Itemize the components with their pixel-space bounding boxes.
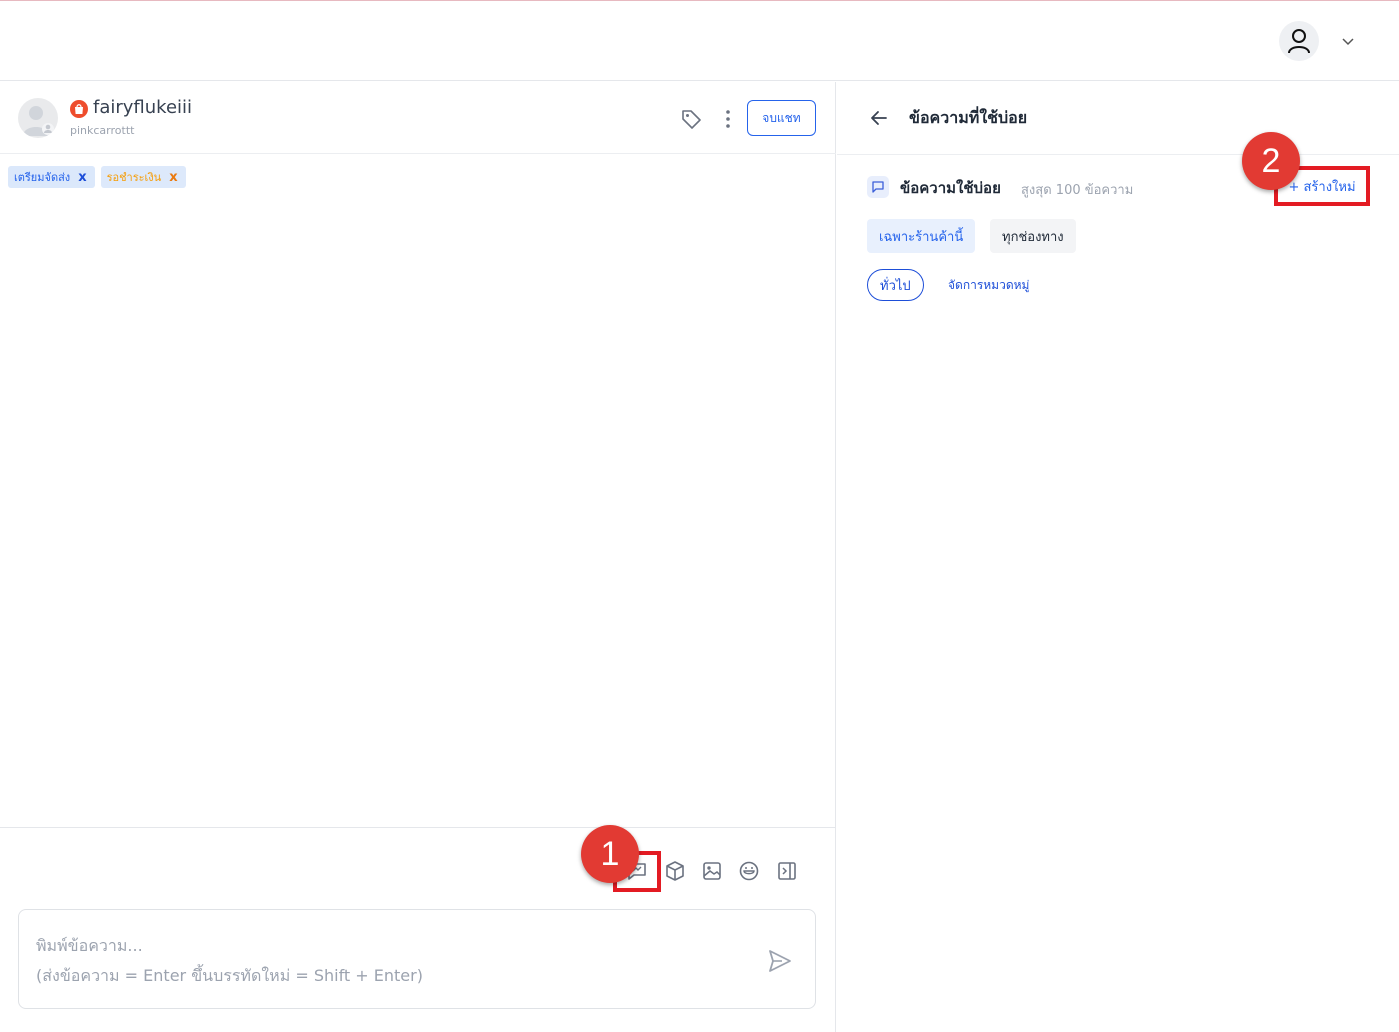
quick-reply-section-icon: [867, 176, 889, 198]
chat-header: fairyflukeiii pinkcarrottt จบแชท: [0, 82, 836, 154]
input-hint: (ส่งข้อความ = Enter ขึ้นบรรทัดใหม่ = Shi…: [36, 966, 423, 985]
send-icon[interactable]: [767, 948, 793, 974]
quick-replies-panel: ข้อความที่ใช้บ่อย ข้อความใช้บ่อย สูงสุด …: [837, 82, 1399, 1032]
customer-username: fairyflukeiii: [93, 97, 193, 118]
top-bar: [0, 1, 1399, 81]
order-tags: เตรียมจัดส่ง x รอชำระเงิน x: [8, 166, 186, 188]
back-arrow-icon[interactable]: [869, 108, 889, 128]
panel-toggle-icon[interactable]: [776, 860, 798, 882]
account-avatar-button[interactable]: [1279, 21, 1319, 61]
section-limit: สูงสุด 100 ข้อความ: [1021, 183, 1134, 198]
panel-header: ข้อความที่ใช้บ่อย: [837, 82, 1399, 155]
shopee-channel-icon: [70, 100, 88, 118]
remove-tag-button[interactable]: x: [169, 170, 177, 185]
chat-panel: fairyflukeiii pinkcarrottt จบแชท เตรียมจ…: [0, 82, 836, 1032]
user-icon: [1288, 29, 1310, 54]
tag-icon[interactable]: [680, 108, 702, 130]
composer-divider: [0, 827, 836, 828]
panel-title: ข้อความที่ใช้บ่อย: [909, 108, 1028, 127]
person-placeholder-icon: [23, 106, 54, 136]
step-marker-2: 2: [1242, 132, 1300, 190]
more-options-icon[interactable]: [718, 108, 738, 130]
segment-all-channels[interactable]: ทุกช่องทาง: [990, 219, 1076, 253]
manage-categories-link[interactable]: จัดการหมวดหมู่: [948, 276, 1029, 295]
tag-label: รอชำระเงิน: [106, 171, 162, 184]
image-icon[interactable]: [701, 860, 723, 882]
customer-subname: pinkcarrottt: [70, 124, 135, 137]
tag-chip: รอชำระเงิน x: [100, 166, 186, 188]
package-icon[interactable]: [664, 860, 686, 882]
end-chat-button[interactable]: จบแชท: [747, 100, 816, 136]
category-pill-general[interactable]: ทั่วไป: [867, 269, 924, 301]
section-title: ข้อความใช้บ่อย: [900, 179, 1001, 197]
tag-chip: เตรียมจัดส่ง x: [8, 166, 95, 188]
input-placeholder: พิมพ์ข้อความ...: [36, 936, 143, 955]
step-marker-1: 1: [581, 825, 639, 883]
customer-avatar: [18, 98, 58, 138]
message-input[interactable]: พิมพ์ข้อความ... (ส่งข้อความ = Enter ขึ้น…: [18, 909, 816, 1009]
remove-tag-button[interactable]: x: [78, 170, 86, 185]
chevron-down-icon[interactable]: [1340, 33, 1356, 49]
emoji-icon[interactable]: [738, 860, 760, 882]
tag-label: เตรียมจัดส่ง: [14, 171, 71, 184]
segment-this-shop[interactable]: เฉพาะร้านค้านี้: [867, 219, 976, 253]
